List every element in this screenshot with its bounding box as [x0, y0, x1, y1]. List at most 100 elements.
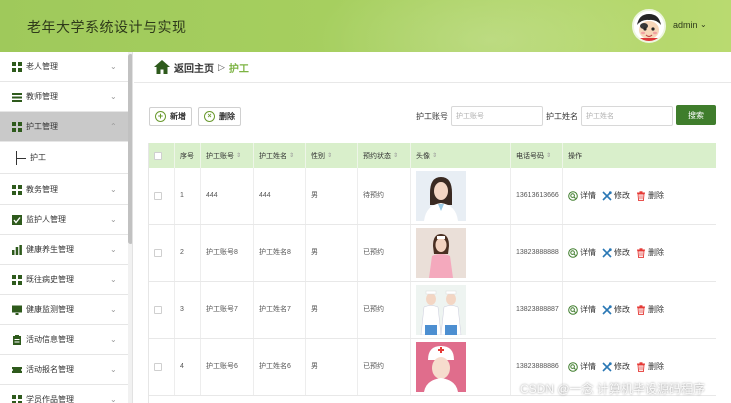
sidebar-item-teachers[interactable]: 教师管理 ⌄	[0, 82, 128, 112]
divider	[134, 82, 731, 83]
sidebar-item-label: 教师管理	[26, 92, 58, 101]
sidebar-item-guardians[interactable]: 监护人管理 ⌄	[0, 205, 128, 235]
row-select-cell	[149, 282, 175, 338]
sidebar-item-student-works[interactable]: 学员作品管理 ⌄	[0, 385, 128, 403]
chevron-down-icon: ⌄	[110, 215, 117, 224]
cell-status: 已预约	[358, 225, 411, 281]
caregiver-table: 序号 护工账号 ⇕ 护工姓名 ⇕ 性别 ⇕ 预约状态 ⇕ 头像 ⇕ 电话号码 ⇕ 操作 1 …	[148, 143, 716, 403]
sort-icon[interactable]: ⇕	[432, 152, 437, 159]
sidebar-subitem-label: 护工	[30, 153, 46, 162]
sidebar-subitem-caregiver[interactable]: 护工	[0, 142, 128, 174]
cell-name: 444	[254, 168, 306, 224]
name-search-input[interactable]	[581, 106, 673, 126]
delete-row-button[interactable]: 删除	[636, 246, 664, 260]
cell-phone: 13613613666	[511, 168, 563, 224]
column-header-name[interactable]: 护工姓名 ⇕	[254, 143, 306, 168]
search-circle-icon	[568, 191, 578, 201]
sidebar: 老人管理 ⌄ 教师管理 ⌄ 护工管理 ⌃ 护工 教务管理 ⌄ 监护人管理 ⌄ 健…	[0, 52, 133, 403]
column-header-gender[interactable]: 性别 ⇕	[306, 143, 358, 168]
column-header-no[interactable]: 序号	[175, 143, 201, 168]
caregiver-photo[interactable]	[416, 171, 466, 221]
column-header-status[interactable]: 预约状态 ⇕	[358, 143, 411, 168]
delete-button[interactable]: × 删除	[198, 107, 241, 126]
sidebar-item-academic[interactable]: 教务管理 ⌄	[0, 175, 128, 205]
grid-icon	[12, 184, 22, 195]
sidebar-item-registrations[interactable]: 活动报名管理 ⌄	[0, 355, 128, 385]
sidebar-item-label: 护工管理	[26, 122, 58, 131]
detail-button[interactable]: 详情	[568, 189, 596, 203]
sort-icon[interactable]: ⇕	[289, 152, 294, 159]
account-search-input[interactable]	[451, 106, 543, 126]
breadcrumb-separator: ▷	[218, 61, 225, 72]
delete-row-button[interactable]: 删除	[636, 189, 664, 203]
sidebar-item-elderly[interactable]: 老人管理 ⌄	[0, 52, 128, 82]
select-all-checkbox[interactable]	[154, 151, 162, 160]
sort-icon[interactable]: ⇕	[546, 152, 551, 159]
sidebar-item-label: 活动信息管理	[26, 335, 74, 344]
grid-icon	[12, 274, 22, 285]
row-checkbox[interactable]	[154, 249, 162, 257]
breadcrumb: 返回主页 ▷ 护工	[154, 58, 249, 76]
chevron-down-icon: ⌄	[110, 92, 117, 101]
breadcrumb-home-link[interactable]: 返回主页	[174, 60, 214, 75]
column-header-account[interactable]: 护工账号 ⇕	[201, 143, 254, 168]
cell-gender: 男	[306, 339, 358, 395]
cell-phone: 13823888887	[511, 282, 563, 338]
chevron-down-icon: ⌄	[110, 275, 117, 284]
add-button[interactable]: + 新增	[149, 107, 192, 126]
cell-account: 护工账号7	[201, 282, 254, 338]
cell-account: 护工账号8	[201, 225, 254, 281]
edit-button[interactable]: 修改	[602, 189, 630, 203]
edit-button[interactable]: 修改	[602, 246, 630, 260]
delete-row-button[interactable]: 删除	[636, 303, 664, 317]
edit-button[interactable]: 修改	[602, 360, 630, 374]
cell-account: 护工账号6	[201, 339, 254, 395]
cell-account: 444	[201, 168, 254, 224]
sidebar-scrollbar[interactable]	[128, 52, 132, 403]
sidebar-item-label: 学员作品管理	[26, 395, 74, 403]
sidebar-item-health-monitor[interactable]: 健康监测管理 ⌄	[0, 295, 128, 325]
table-row: 2 护工账号8 护工姓名8 男 已预约 13823888888 详情 修改 删除	[149, 225, 716, 282]
tools-icon	[602, 191, 612, 201]
cell-actions: 详情 修改 删除	[563, 225, 716, 281]
grid-icon	[12, 394, 22, 403]
sort-icon[interactable]: ⇕	[236, 152, 241, 159]
sidebar-item-caregivers[interactable]: 护工管理 ⌃	[0, 112, 128, 142]
search-button[interactable]: 搜索	[676, 105, 716, 125]
row-checkbox[interactable]	[154, 306, 162, 314]
detail-button[interactable]: 详情	[568, 246, 596, 260]
user-name[interactable]: admin	[673, 20, 698, 30]
cell-no: 1	[175, 168, 201, 224]
detail-button[interactable]: 详情	[568, 303, 596, 317]
caregiver-photo[interactable]	[416, 285, 466, 335]
edit-button[interactable]: 修改	[602, 303, 630, 317]
detail-button[interactable]: 详情	[568, 360, 596, 374]
home-icon[interactable]	[154, 60, 170, 74]
list-icon	[12, 92, 22, 102]
sidebar-item-medical-history[interactable]: 既往病史管理 ⌄	[0, 265, 128, 295]
name-filter-label: 护工姓名	[546, 112, 578, 121]
cell-avatar	[411, 168, 511, 224]
delete-row-button[interactable]: 删除	[636, 360, 664, 374]
scrollbar-thumb[interactable]	[128, 54, 132, 244]
sidebar-item-health-care[interactable]: 健康养生管理 ⌄	[0, 235, 128, 265]
table-row: 3 护工账号7 护工姓名7 男 已预约 13823888887 详情 修改 删除	[149, 282, 716, 339]
chevron-down-icon: ⌄	[110, 395, 117, 403]
row-checkbox[interactable]	[154, 192, 162, 200]
column-header-phone[interactable]: 电话号码 ⇕	[511, 143, 563, 168]
cell-actions: 详情 修改 删除	[563, 282, 716, 338]
chevron-down-icon[interactable]: ⌄	[700, 20, 707, 29]
grid-icon	[12, 121, 22, 132]
cell-gender: 男	[306, 168, 358, 224]
sort-icon[interactable]: ⇕	[327, 152, 332, 159]
sidebar-item-activities[interactable]: 活动信息管理 ⌄	[0, 325, 128, 355]
column-header-avatar[interactable]: 头像 ⇕	[411, 143, 511, 168]
row-select-cell	[149, 339, 175, 395]
sidebar-item-label: 监护人管理	[26, 215, 66, 224]
cell-phone: 13823888888	[511, 225, 563, 281]
caregiver-photo[interactable]	[416, 342, 466, 392]
sort-icon[interactable]: ⇕	[393, 152, 398, 159]
caregiver-photo[interactable]	[416, 228, 466, 278]
user-avatar[interactable]	[632, 9, 666, 43]
row-checkbox[interactable]	[154, 363, 162, 371]
